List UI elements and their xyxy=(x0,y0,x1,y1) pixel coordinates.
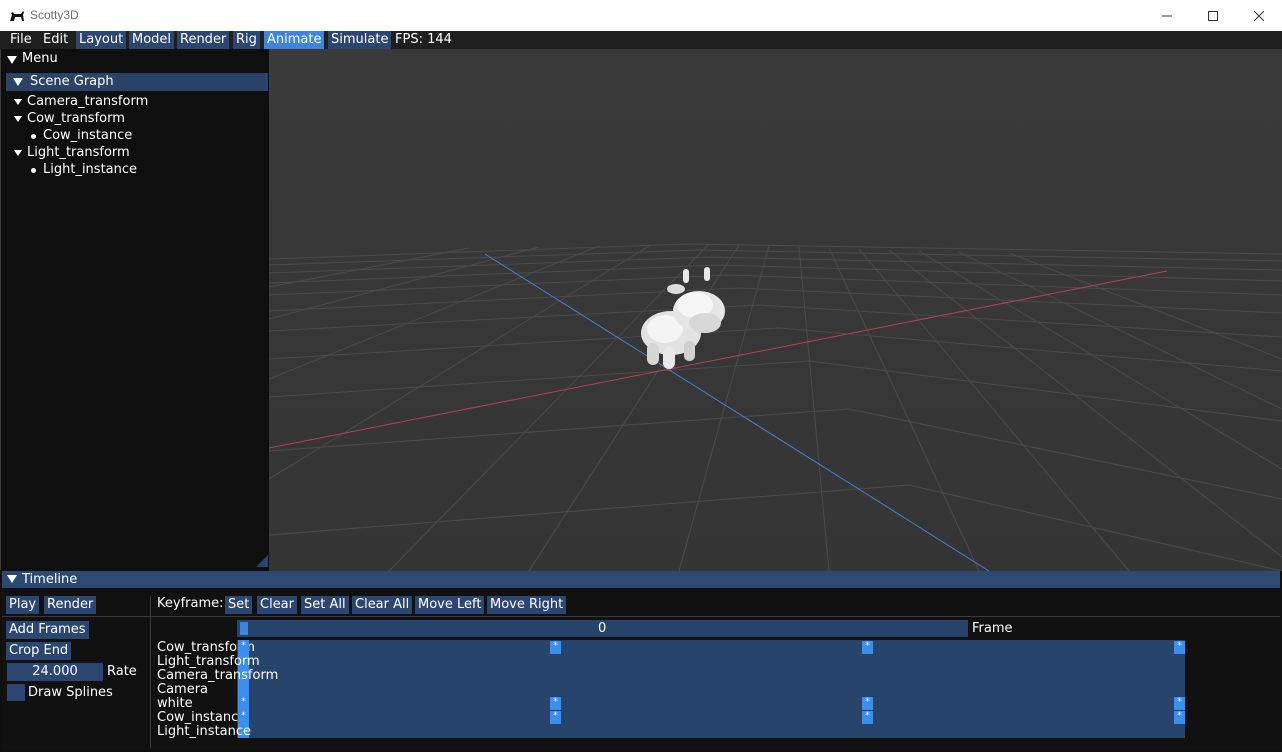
viewport-grid xyxy=(269,49,1282,571)
scene-node-label: Cow_instance xyxy=(43,128,133,143)
menu-animate[interactable]: Animate xyxy=(264,31,325,49)
window-title-bar: Scotty3D xyxy=(0,0,1282,31)
keyframe-marker[interactable]: * xyxy=(238,711,249,724)
menu-bar: File Edit Layout Model Render Rig Animat… xyxy=(0,31,1282,49)
divider xyxy=(2,616,151,617)
keyframe-marker[interactable]: * xyxy=(238,641,249,654)
menu-simulate[interactable]: Simulate xyxy=(328,31,392,49)
timeline-title: Timeline xyxy=(22,572,78,587)
keyframe-marker[interactable]: * xyxy=(862,697,873,710)
scene-graph-header[interactable]: Scene Graph xyxy=(6,73,268,91)
divider xyxy=(150,596,151,748)
divider xyxy=(151,616,1280,617)
fps-readout: FPS: 144 xyxy=(395,32,452,47)
menu-render[interactable]: Render xyxy=(177,31,230,49)
collapse-arrow-icon xyxy=(7,575,17,583)
draw-splines-label: Draw Splines xyxy=(28,685,113,700)
scene-node-light-instance[interactable]: Light_instance xyxy=(1,162,261,179)
keyframe-marker[interactable]: * xyxy=(1174,697,1185,710)
cow-model[interactable] xyxy=(629,265,729,385)
track-label: Light_transform xyxy=(157,654,260,669)
menu-collapse-toggle[interactable] xyxy=(7,53,17,68)
keyframe-set-button[interactable]: Set xyxy=(225,596,253,614)
expand-arrow-icon xyxy=(14,116,22,122)
menu-edit[interactable]: Edit xyxy=(40,31,71,49)
scene-node-label: Light_instance xyxy=(43,162,138,177)
scene-node-cow-instance[interactable]: Cow_instance xyxy=(1,128,261,145)
track-label: Cow_instance xyxy=(157,710,247,725)
keyframe-move-right-button[interactable]: Move Right xyxy=(487,596,567,614)
expand-arrow-icon xyxy=(14,150,22,156)
window-title: Scotty3D xyxy=(30,8,79,22)
scotty-dog-icon xyxy=(10,11,24,21)
keyframe-move-left-button[interactable]: Move Left xyxy=(415,596,485,614)
frame-slider-handle[interactable] xyxy=(240,622,248,635)
maximize-icon xyxy=(1208,10,1218,21)
track-label: Light_instance xyxy=(157,724,252,739)
collapse-arrow-icon xyxy=(13,78,23,86)
keyframe-marker[interactable]: * xyxy=(1174,711,1185,724)
menu-model[interactable]: Model xyxy=(129,31,175,49)
minimize-button[interactable] xyxy=(1144,0,1190,31)
menu-layout[interactable]: Layout xyxy=(76,31,127,49)
keyframe-clear-button[interactable]: Clear xyxy=(257,596,297,614)
rate-input[interactable]: 24.000 xyxy=(7,663,103,681)
minimize-icon xyxy=(1162,15,1172,16)
menu-panel: Menu Scene Graph Camera_transform Cow_tr… xyxy=(0,49,269,570)
scene-graph-title: Scene Graph xyxy=(30,74,114,89)
leaf-bullet-icon xyxy=(31,168,36,173)
scene-node-label: Light_transform xyxy=(27,145,130,160)
keyframe-marker[interactable]: * xyxy=(238,697,249,710)
leaf-bullet-icon xyxy=(31,134,36,139)
frame-value: 0 xyxy=(598,621,607,636)
scene-node-camera-transform[interactable]: Camera_transform xyxy=(1,94,261,111)
keyframe-marker[interactable]: * xyxy=(550,641,561,654)
menu-panel-title: Menu xyxy=(22,51,58,66)
timeline-header[interactable]: Timeline xyxy=(2,571,1280,588)
scene-node-label: Cow_transform xyxy=(27,111,125,126)
track-label: Camera_transform xyxy=(157,668,279,683)
draw-splines-checkbox[interactable] xyxy=(7,684,25,701)
frame-slider[interactable]: 0 xyxy=(237,620,968,637)
track-label: white xyxy=(157,696,193,711)
keyframe-marker[interactable]: * xyxy=(862,641,873,654)
collapse-arrow-icon xyxy=(7,56,17,64)
3d-viewport[interactable] xyxy=(269,49,1282,571)
render-button[interactable]: Render xyxy=(44,596,97,614)
frame-label: Frame xyxy=(972,621,1013,636)
keyframe-label: Keyframe: xyxy=(157,596,224,611)
scene-node-label: Camera_transform xyxy=(27,94,149,109)
add-frames-button[interactable]: Add Frames xyxy=(6,621,89,639)
scene-node-cow-transform[interactable]: Cow_transform xyxy=(1,111,261,128)
track-label: Camera xyxy=(157,682,209,697)
keyframe-marker[interactable]: * xyxy=(1174,641,1185,654)
maximize-button[interactable] xyxy=(1190,0,1236,31)
keyframe-clear-all-button[interactable]: Clear All xyxy=(352,596,413,614)
scene-node-light-transform[interactable]: Light_transform xyxy=(1,145,261,162)
close-icon xyxy=(1254,10,1264,21)
keyframe-marker[interactable]: * xyxy=(550,711,561,724)
keyframe-marker[interactable]: * xyxy=(550,697,561,710)
resize-grip-icon[interactable] xyxy=(256,555,268,567)
play-button[interactable]: Play xyxy=(6,596,40,614)
expand-arrow-icon xyxy=(14,99,22,105)
menu-rig[interactable]: Rig xyxy=(233,31,260,49)
rate-label: Rate xyxy=(107,664,137,679)
keyframe-marker[interactable]: * xyxy=(862,711,873,724)
keyframe-track-area[interactable] xyxy=(237,640,1185,738)
menu-file[interactable]: File xyxy=(7,31,35,49)
keyframe-set-all-button[interactable]: Set All xyxy=(301,596,349,614)
close-button[interactable] xyxy=(1236,0,1282,31)
crop-end-button[interactable]: Crop End xyxy=(6,642,72,660)
